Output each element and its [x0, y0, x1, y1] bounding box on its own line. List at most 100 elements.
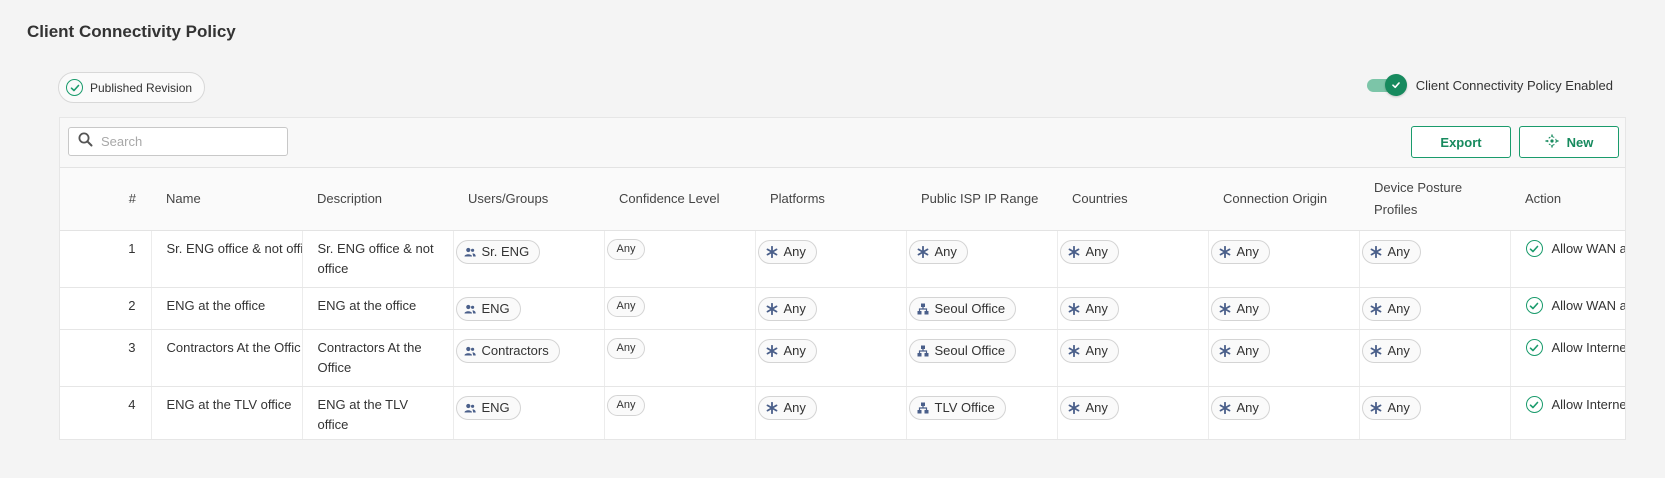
chip-label: Any: [1236, 342, 1259, 358]
cell-confidence-level: Any: [604, 329, 756, 387]
asterisk-icon: [766, 344, 778, 357]
action-label: Allow Interne: [1525, 338, 1626, 358]
chip-label: ENG: [481, 399, 510, 415]
column-header-device-posture-profiles[interactable]: Device Posture Profiles: [1359, 168, 1510, 231]
chip-label: Any: [1387, 243, 1410, 259]
column-header-platforms[interactable]: Platforms: [755, 168, 906, 231]
chip-label: Any: [1085, 342, 1108, 358]
cell-action: Allow Interne: [1510, 386, 1625, 439]
cell-public-isp-ip-range: Seoul Office: [906, 287, 1058, 330]
cell-connection-origin: Any: [1208, 287, 1360, 330]
cell-device-posture-profiles: Any: [1359, 386, 1511, 439]
table-header-row: # Name Description Users/Groups Confidence L…: [60, 168, 1625, 231]
policy-enabled-toggle[interactable]: [1366, 74, 1407, 96]
chip: Any: [1361, 338, 1421, 363]
column-header-users-groups[interactable]: Users/Groups: [453, 168, 604, 231]
table-toolbar: Search Export New: [60, 118, 1625, 168]
chip-label: Any: [616, 399, 636, 411]
chip: Any: [908, 239, 968, 264]
chip-label: Any: [1387, 300, 1410, 316]
search-placeholder: Search: [101, 134, 143, 149]
check-icon: [1384, 74, 1407, 96]
cell-countries: Any: [1057, 386, 1209, 439]
chip-label: Any: [783, 342, 806, 358]
network-site-icon: [917, 402, 929, 414]
cell-name[interactable]: ENG at the TLV office: [151, 386, 303, 439]
column-header-action[interactable]: Action: [1510, 168, 1625, 231]
cell-users-groups: Sr. ENG: [453, 230, 605, 288]
chip-label: Sr. ENG: [481, 243, 530, 259]
search-icon: [78, 132, 93, 152]
asterisk-icon: [766, 302, 778, 315]
chip: ENG: [455, 296, 521, 321]
chip-label: Contractors: [481, 342, 549, 358]
column-header-connection-origin[interactable]: Connection Origin: [1208, 168, 1359, 231]
export-button-label: Export: [1440, 134, 1482, 150]
cell-connection-origin: Any: [1208, 329, 1360, 387]
users-icon: [464, 247, 476, 257]
cell-platforms: Any: [755, 329, 907, 387]
cell-action: Allow WAN a: [1510, 287, 1625, 330]
cell-users-groups: Contractors: [453, 329, 605, 387]
asterisk-icon: [1370, 344, 1382, 357]
action-text: Allow Interne: [1551, 339, 1626, 355]
cell-countries: Any: [1057, 329, 1209, 387]
cell-name[interactable]: Contractors At the Offic: [151, 329, 303, 387]
chip: ENG: [455, 395, 521, 420]
cell-confidence-level: Any: [604, 230, 756, 288]
chip: Any: [1210, 296, 1270, 321]
column-header-description[interactable]: Description: [302, 168, 453, 231]
asterisk-icon: [1219, 401, 1231, 414]
revision-label: Published Revision: [90, 80, 193, 95]
asterisk-icon: [1068, 401, 1080, 414]
cell-description: Contractors At the Office: [302, 329, 454, 387]
cell-description: ENG at the TLV office: [302, 386, 454, 439]
cell-users-groups: ENG: [453, 386, 605, 439]
cell-description: ENG at the office: [302, 287, 454, 330]
column-header-name[interactable]: Name: [151, 168, 302, 231]
cell-num: 4: [60, 386, 152, 439]
cell-public-isp-ip-range: Any: [906, 230, 1058, 288]
chip: Any: [1361, 395, 1421, 420]
chip-label: Seoul Office: [934, 342, 1006, 358]
table-row[interactable]: 3 Contractors At the Offic Contractors At …: [60, 329, 1626, 387]
asterisk-icon: [1370, 401, 1382, 414]
export-button[interactable]: Export: [1411, 126, 1511, 158]
action-text: Allow WAN a: [1551, 240, 1626, 256]
chip-label: Any: [1085, 243, 1108, 259]
cell-platforms: Any: [755, 230, 907, 288]
chip: Any: [1361, 239, 1421, 264]
network-site-icon: [917, 303, 929, 315]
cell-public-isp-ip-range: Seoul Office: [906, 329, 1058, 387]
chip-label: Any: [1085, 300, 1108, 316]
cell-connection-origin: Any: [1208, 230, 1360, 288]
cell-confidence-level: Any: [604, 386, 756, 439]
chip: Any: [1059, 338, 1119, 363]
revision-badge[interactable]: Published Revision: [58, 72, 206, 103]
check-circle-icon: [1525, 240, 1543, 257]
column-header-public-isp-ip-range[interactable]: Public ISP IP Range: [906, 168, 1057, 231]
table-row[interactable]: 4 ENG at the TLV office ENG at the TLV off…: [60, 386, 1625, 439]
new-button[interactable]: New: [1519, 126, 1619, 158]
check-circle-icon: [66, 79, 83, 96]
search-input[interactable]: Search: [68, 127, 288, 156]
new-button-label: New: [1566, 134, 1594, 150]
cell-action: Allow Interne: [1510, 329, 1626, 387]
cell-name[interactable]: Sr. ENG office & not offi: [151, 230, 303, 288]
chip: Any: [1210, 395, 1270, 420]
column-header-num[interactable]: #: [60, 168, 151, 231]
table-row[interactable]: 2 ENG at the office ENG at the office ENG An…: [60, 287, 1625, 330]
network-site-icon: [917, 345, 929, 357]
cell-device-posture-profiles: Any: [1359, 329, 1511, 387]
action-label: Allow WAN a: [1525, 239, 1626, 259]
policy-enabled-label: Client Connectivity Policy Enabled: [1415, 77, 1613, 93]
cell-num: 2: [60, 287, 152, 330]
action-label: Allow WAN a: [1525, 296, 1625, 316]
column-header-countries[interactable]: Countries: [1057, 168, 1208, 231]
table-row[interactable]: 1 Sr. ENG office & not offi Sr. ENG office…: [60, 230, 1626, 288]
column-header-confidence-level[interactable]: Confidence Level: [604, 168, 755, 231]
chip-label: Any: [783, 399, 806, 415]
cell-name[interactable]: ENG at the office: [151, 287, 303, 330]
asterisk-icon: [917, 245, 929, 258]
chip: Any: [606, 337, 646, 359]
